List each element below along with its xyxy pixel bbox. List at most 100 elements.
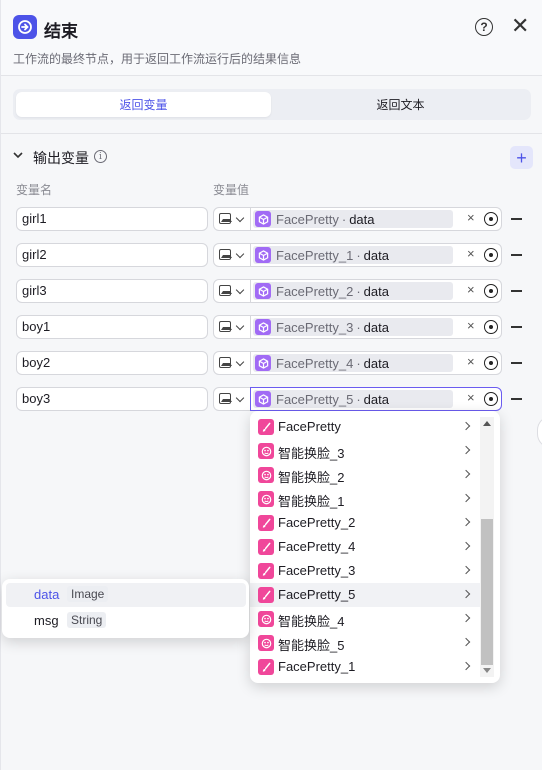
dropdown-item[interactable]: FacePretty_2 <box>250 511 480 535</box>
dropdown-item[interactable]: FacePretty_5 <box>250 583 480 607</box>
value-type-select[interactable] <box>213 279 251 303</box>
image-icon <box>219 393 232 404</box>
face-icon <box>258 491 274 507</box>
scroll-thumb[interactable] <box>481 519 493 665</box>
reference-node-name: FacePretty_4 <box>276 355 354 371</box>
node-cube-icon <box>255 319 271 335</box>
variable-value-selector[interactable]: FacePretty_3 · data × <box>250 315 502 339</box>
remove-variable-button[interactable] <box>511 290 522 292</box>
chevron-down-icon[interactable] <box>13 150 23 160</box>
dropdown-scrollbar[interactable] <box>480 417 494 677</box>
dropdown-item[interactable]: 智能换脸_1 <box>250 487 480 511</box>
add-variable-button[interactable]: + <box>510 146 533 169</box>
target-icon[interactable] <box>484 320 498 334</box>
column-header-value: 变量值 <box>213 183 250 197</box>
variable-row: girl1 FacePretty · data × <box>1 207 542 231</box>
dropdown-item-label: 智能换脸_5 <box>278 638 345 653</box>
remove-variable-button[interactable] <box>511 362 522 364</box>
close-icon[interactable]: ✕ <box>511 15 529 37</box>
variable-value-selector[interactable]: FacePretty_1 · data × <box>250 243 502 267</box>
remove-variable-button[interactable] <box>511 326 522 328</box>
section-title: 输出变量 <box>33 150 89 166</box>
dropdown-item[interactable]: 智能换脸_2 <box>250 463 480 487</box>
tab-return-variables[interactable]: 返回变量 <box>16 92 271 117</box>
reference-node-name: FacePretty_5 <box>276 391 354 407</box>
panel-subtitle: 工作流的最终节点，用于返回工作流运行后的结果信息 <box>13 52 302 66</box>
target-icon[interactable] <box>484 212 498 226</box>
chevron-right-icon <box>461 421 471 431</box>
dropdown-item-label: 智能换脸_2 <box>278 470 345 485</box>
end-node-logo-icon <box>13 15 37 39</box>
node-cube-icon <box>255 283 271 299</box>
variable-value-selector[interactable]: FacePretty_4 · data × <box>250 351 502 375</box>
remove-variable-button[interactable] <box>511 254 522 256</box>
variable-value-selector[interactable]: FacePretty · data × <box>250 207 502 231</box>
variable-name-input[interactable]: girl2 <box>16 243 208 267</box>
variable-reference-tag: FacePretty_3 · data <box>253 318 453 336</box>
scroll-up-icon[interactable] <box>483 421 491 426</box>
image-icon <box>219 213 232 224</box>
value-type-select[interactable] <box>213 387 251 411</box>
variable-value-selector[interactable]: FacePretty_2 · data × <box>250 279 502 303</box>
target-icon[interactable] <box>484 248 498 262</box>
tab-return-text[interactable]: 返回文本 <box>273 92 528 117</box>
clear-icon[interactable]: × <box>467 354 475 369</box>
face-icon <box>258 443 274 459</box>
variable-row: girl3 FacePretty_2 · data × <box>1 279 542 303</box>
variable-name-input[interactable]: boy2 <box>16 351 208 375</box>
value-type-select[interactable] <box>213 207 251 231</box>
variable-name-input[interactable]: boy3 <box>16 387 208 411</box>
variable-row: boy2 FacePretty_4 · data × <box>1 351 542 375</box>
chevron-down-icon <box>235 393 245 403</box>
dropdown-item[interactable]: FacePretty <box>250 415 480 439</box>
remove-variable-button[interactable] <box>511 398 522 400</box>
value-type-select[interactable] <box>213 243 251 267</box>
dropdown-item[interactable]: 智能换脸_5 <box>250 631 480 655</box>
variable-row: girl2 FacePretty_1 · data × <box>1 243 542 267</box>
variable-name-input[interactable]: girl3 <box>16 279 208 303</box>
node-cube-icon <box>255 355 271 371</box>
dropdown-item[interactable]: 智能换脸_3 <box>250 439 480 463</box>
clear-icon[interactable]: × <box>467 282 475 297</box>
help-icon[interactable]: ? <box>475 18 493 36</box>
dropdown-item-label: FacePretty_3 <box>278 563 356 578</box>
remove-variable-button[interactable] <box>511 218 522 220</box>
face-icon <box>258 635 274 651</box>
dropdown-item[interactable]: FacePretty_1 <box>250 655 480 679</box>
image-icon <box>219 249 232 260</box>
dropdown-item[interactable]: FacePretty_4 <box>250 535 480 559</box>
image-icon <box>219 357 232 368</box>
variable-name-input[interactable]: boy1 <box>16 315 208 339</box>
value-type-select[interactable] <box>213 315 251 339</box>
submenu-item-data[interactable]: data Image <box>6 583 246 607</box>
clear-icon[interactable]: × <box>467 318 475 333</box>
brush-icon <box>258 539 274 555</box>
dropdown-item-label: FacePretty_5 <box>278 587 356 602</box>
reference-node-name: FacePretty_2 <box>276 283 354 299</box>
face-icon <box>258 467 274 483</box>
target-icon[interactable] <box>484 284 498 298</box>
value-type-select[interactable] <box>213 351 251 375</box>
target-icon[interactable] <box>484 392 498 406</box>
submenu-item-msg[interactable]: msg String <box>6 609 246 633</box>
clear-icon[interactable]: × <box>467 390 475 405</box>
variable-row: boy1 FacePretty_3 · data × <box>1 315 542 339</box>
panel-edge-handle[interactable] <box>537 416 542 448</box>
dropdown-item[interactable]: 智能换脸_4 <box>250 607 480 631</box>
brush-icon <box>258 659 274 675</box>
variable-name-input[interactable]: girl1 <box>16 207 208 231</box>
variable-value-selector[interactable]: FacePretty_5 · data × <box>250 387 502 411</box>
chevron-down-icon <box>235 357 245 367</box>
dropdown-item[interactable]: FacePretty_3 <box>250 559 480 583</box>
target-icon[interactable] <box>484 356 498 370</box>
panel-title: 结束 <box>44 22 78 41</box>
reference-field-name: data <box>363 283 389 299</box>
dropdown-item-label: FacePretty <box>278 419 341 434</box>
clear-icon[interactable]: × <box>467 246 475 261</box>
submenu-item-name: data <box>34 587 60 602</box>
clear-icon[interactable]: × <box>467 210 475 225</box>
chevron-down-icon <box>235 213 245 223</box>
scroll-down-icon[interactable] <box>483 668 491 673</box>
info-icon[interactable]: i <box>94 150 107 163</box>
dropdown-item-label: 智能换脸_4 <box>278 614 345 629</box>
